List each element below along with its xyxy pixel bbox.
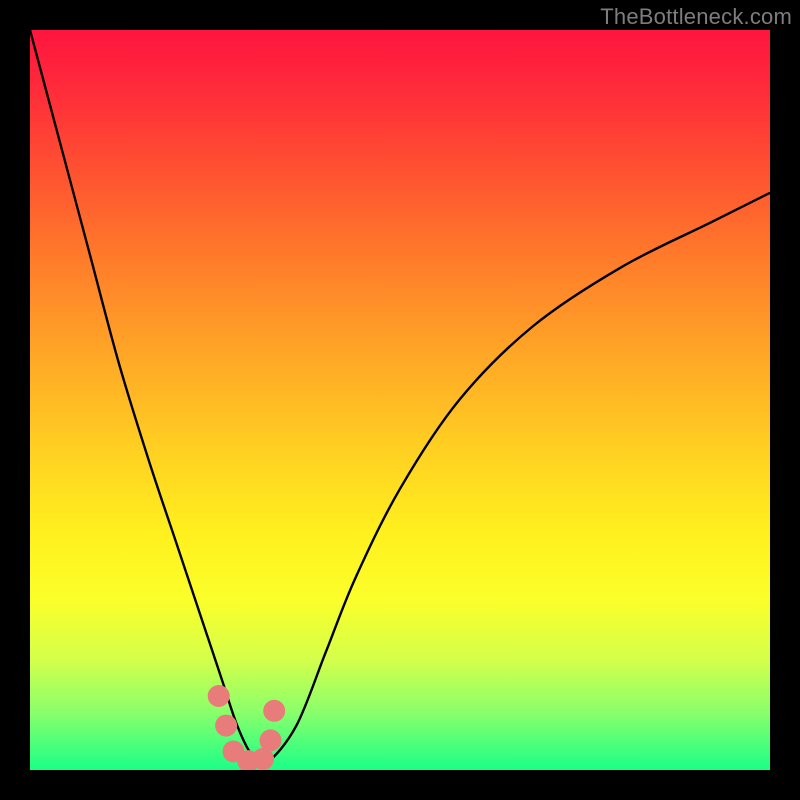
curve-layer xyxy=(30,30,770,770)
plot-area xyxy=(30,30,770,770)
highlight-dot xyxy=(223,741,245,763)
watermark-text: TheBottleneck.com xyxy=(600,4,792,30)
highlight-dot xyxy=(263,700,285,722)
highlight-dot xyxy=(215,715,237,737)
marker-group xyxy=(208,685,286,770)
highlight-dot xyxy=(237,750,259,770)
bottleneck-curve xyxy=(30,30,770,764)
highlight-dot xyxy=(252,748,274,770)
highlight-dot xyxy=(260,729,282,751)
chart-frame: TheBottleneck.com xyxy=(0,0,800,800)
highlight-dot xyxy=(208,685,230,707)
